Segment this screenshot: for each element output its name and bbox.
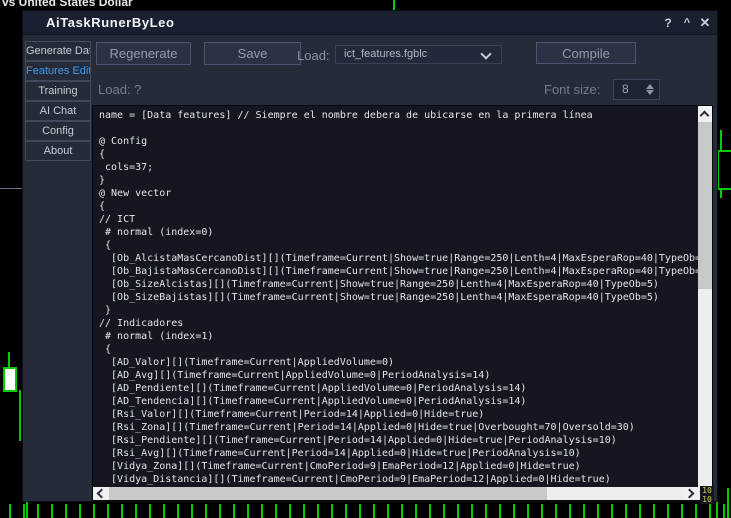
font-size-value: 8 — [622, 82, 629, 96]
background-right-candlestick — [717, 150, 731, 190]
app-window: AiTaskRunerByLeo ? ^ ✕ Generate Data Fea… — [22, 10, 718, 502]
code-editor[interactable]: name = [Data features] // Siempre el nom… — [92, 105, 713, 501]
chevron-right-icon — [685, 489, 695, 499]
sidebar-item-training[interactable]: Training — [25, 81, 91, 101]
background-chart-title: vs United States Dollar — [2, 0, 133, 9]
sidebar-item-about[interactable]: About — [25, 141, 91, 161]
scroll-left-button[interactable] — [93, 487, 108, 500]
sidebar-item-features-editor[interactable]: Features Editor — [25, 61, 91, 81]
compile-button[interactable]: Compile — [536, 42, 636, 64]
scale-label: 10 — [700, 486, 714, 495]
sidebar-item-ai-chat[interactable]: AI Chat — [25, 101, 91, 121]
background-gridline — [0, 188, 23, 189]
font-size-stepper[interactable]: 8 — [613, 79, 660, 100]
sidebar-item-generate-data[interactable]: Generate Data — [25, 41, 91, 61]
load-label: Load: — [297, 48, 330, 63]
background-candle-tick — [393, 0, 395, 10]
load-status: Load: ? — [98, 82, 141, 97]
save-button[interactable]: Save — [204, 42, 301, 65]
background-right-wick — [720, 130, 722, 152]
spinner-up-icon[interactable] — [646, 84, 654, 89]
scale-label: 10 — [700, 495, 714, 504]
horizontal-scrollbar-thumb[interactable] — [109, 487, 547, 500]
spinner-down-icon[interactable] — [646, 90, 654, 95]
window-title: AiTaskRunerByLeo — [46, 15, 175, 30]
background-candlestick — [3, 367, 17, 392]
code-viewport[interactable]: name = [Data features] // Siempre el nom… — [94, 106, 698, 489]
font-size-label: Font size: — [544, 82, 600, 97]
close-icon[interactable]: ✕ — [696, 14, 714, 32]
vertical-scrollbar-thumb[interactable] — [698, 122, 712, 289]
load-file-select[interactable]: ict_features.fgblc — [335, 45, 502, 64]
code-text[interactable]: name = [Data features] // Siempre el nom… — [94, 106, 698, 489]
title-bar[interactable]: AiTaskRunerByLeo ? ^ ✕ — [23, 11, 717, 35]
regenerate-button[interactable]: Regenerate — [96, 42, 191, 65]
chevron-left-icon — [97, 489, 107, 499]
scroll-right-button[interactable] — [684, 487, 699, 500]
background-time-axis-ticks — [0, 504, 731, 518]
background-right-wick-lower — [720, 188, 722, 198]
chevron-down-icon — [480, 48, 491, 59]
background-candle-line — [19, 390, 21, 441]
background-candle-wick — [8, 352, 10, 368]
sidebar-item-config[interactable]: Config — [25, 121, 91, 141]
horizontal-scrollbar[interactable] — [93, 487, 699, 500]
chevron-up-icon — [700, 111, 710, 121]
load-file-select-value: ict_features.fgblc — [344, 48, 427, 60]
scroll-up-button[interactable] — [698, 106, 712, 121]
collapse-icon[interactable]: ^ — [678, 14, 696, 32]
vertical-scrollbar[interactable] — [698, 106, 712, 500]
background-scale-labels: 10 10 — [700, 486, 714, 504]
help-icon[interactable]: ? — [659, 14, 677, 32]
